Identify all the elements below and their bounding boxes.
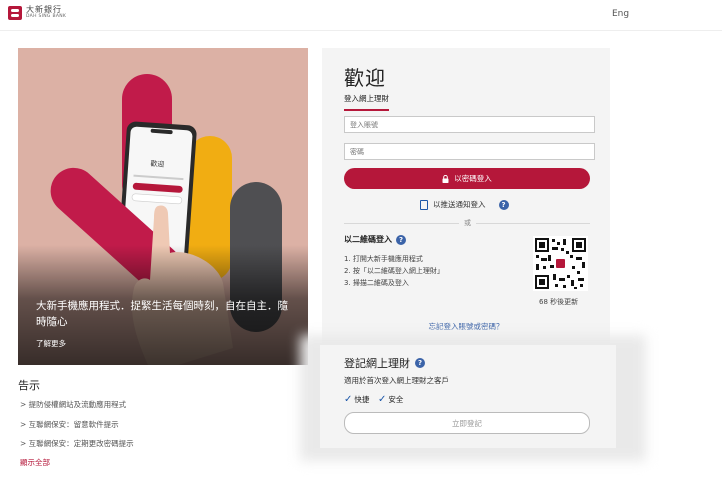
tab-online-banking-login[interactable]: 登入網上理財 — [344, 93, 389, 111]
qr-step-3: 3. 掃描二維碼及登入 — [344, 279, 409, 287]
qr-login-title-text: 以二維碼登入 — [344, 235, 392, 244]
welcome-heading: 歡迎 — [344, 66, 386, 90]
username-input[interactable] — [344, 116, 595, 133]
hero-banner[interactable]: 歡迎 大新手機應用程式．捉緊生活每個時刻，自在自主．隨時隨心 了解更多 — [18, 48, 308, 365]
feature-fast: ✓ 快捷 — [344, 394, 369, 405]
register-title: 登記網上理財 ? — [344, 355, 425, 371]
or-divider-text: 或 — [459, 218, 476, 228]
check-icon: ✓ — [378, 393, 387, 405]
bank-logo[interactable]: 大新銀行 DAH SING BANK — [8, 6, 66, 20]
notice-link-1[interactable]: > 提防侵權網站及流動應用程式 — [20, 399, 126, 410]
register-panel: 登記網上理財 ? 適用於首次登入網上理財之客戶 ✓ 快捷 ✓ 安全 立即登記 — [320, 345, 616, 448]
feature-safe-label: 安全 — [388, 395, 404, 404]
feature-fast-label: 快捷 — [354, 395, 370, 404]
notice-title: 告示 — [18, 379, 40, 392]
hero-title: 大新手機應用程式．捉緊生活每個時刻，自在自主．隨時隨心 — [36, 300, 288, 328]
qr-code-icon — [533, 236, 588, 291]
mobile-phone-icon — [420, 199, 428, 210]
qr-info-icon[interactable]: ? — [396, 234, 406, 245]
qr-refresh-countdown: 68 秒後更新 — [539, 298, 579, 306]
lock-icon — [442, 174, 449, 183]
notice-show-all-link[interactable]: 顯示全部 — [20, 457, 50, 468]
register-subtitle: 適用於首次登入網上理財之客戶 — [344, 376, 449, 385]
info-icon[interactable]: ? — [498, 199, 509, 210]
password-login-button[interactable]: 以密碼登入 — [344, 168, 590, 189]
notice-link-3[interactable]: > 互聯網保安：定期更改密碼提示 — [20, 438, 134, 449]
notice-link-2[interactable]: > 互聯網保安：留意軟件提示 — [20, 419, 119, 430]
qr-step-2: 2. 按「以二維碼登入網上理財」 — [344, 267, 444, 275]
register-info-icon[interactable]: ? — [415, 358, 425, 368]
logo-mark-icon — [8, 6, 22, 20]
language-switch-link[interactable]: Eng — [612, 9, 629, 19]
check-icon: ✓ — [344, 393, 353, 405]
register-now-button[interactable]: 立即登記 — [344, 412, 590, 434]
qr-step-1: 1. 打開大新手機應用程式 — [344, 255, 423, 263]
logo-en-text: DAH SING BANK — [26, 14, 67, 20]
register-title-text: 登記網上理財 — [344, 357, 410, 370]
forgot-credentials-link[interactable]: 忘記登入賬號或密碼？ — [322, 321, 610, 332]
hero-learn-more-link[interactable]: 了解更多 — [36, 338, 66, 349]
push-login-link[interactable]: 以推送通知登入 ? — [420, 199, 509, 210]
password-input[interactable] — [344, 143, 595, 160]
qr-login-title: 以二維碼登入 ? — [344, 234, 406, 245]
qr-code-image — [533, 236, 588, 291]
push-login-label: 以推送通知登入 — [433, 200, 486, 209]
password-login-label: 以密碼登入 — [454, 174, 492, 183]
phone-welcome-text: 歡迎 — [150, 159, 165, 169]
feature-safe: ✓ 安全 — [378, 394, 403, 405]
login-panel: 歡迎 登入網上理財 以密碼登入 以推送通知登入 ? 或 以二維碼登入 ? 1. … — [322, 48, 610, 345]
site-header: 大新銀行 DAH SING BANK Eng — [0, 0, 722, 31]
